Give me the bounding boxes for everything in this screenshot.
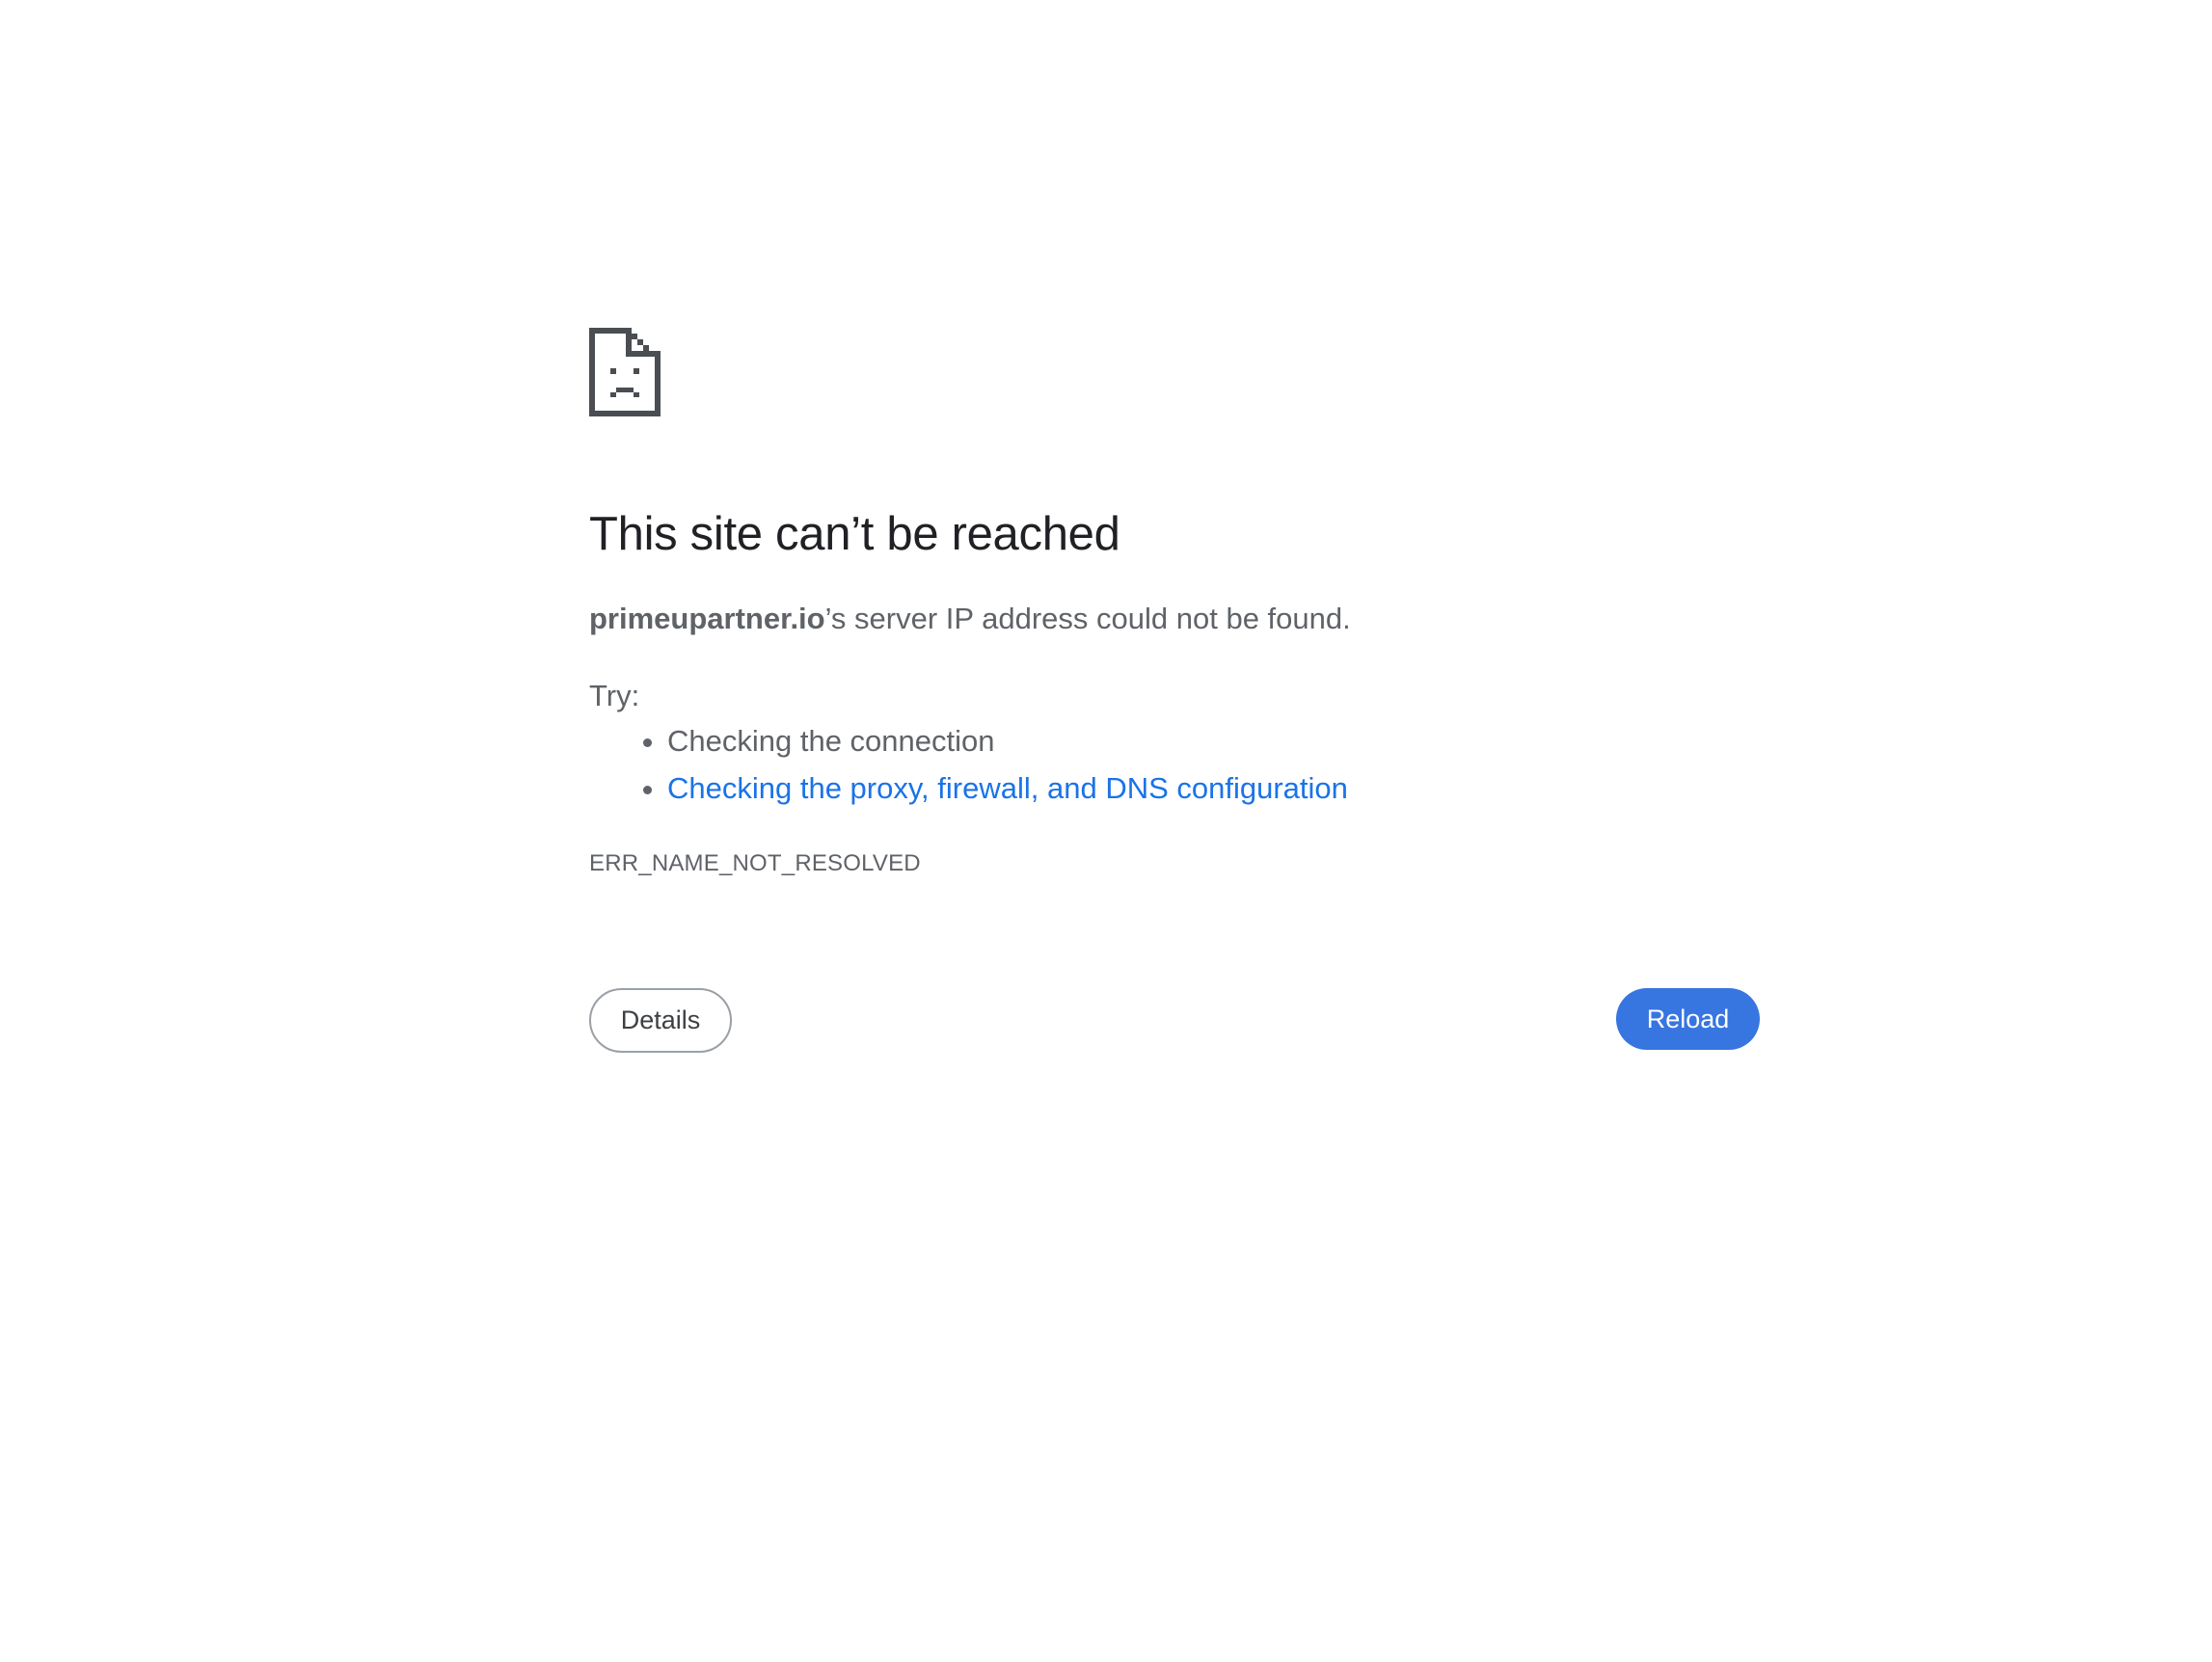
error-summary-text: ’s server IP address could not be found. bbox=[824, 602, 1351, 635]
error-page: This site can’t be reached primeupartner… bbox=[589, 328, 1760, 1053]
details-button[interactable]: Details bbox=[589, 988, 732, 1053]
error-host: primeupartner.io bbox=[589, 602, 825, 635]
error-title: This site can’t be reached bbox=[589, 508, 1120, 560]
proxy-dns-link[interactable]: Checking the proxy, firewall, and DNS co… bbox=[667, 771, 1348, 805]
suggestions-list: Checking the connection Checking the pro… bbox=[589, 717, 1348, 812]
sad-document-icon bbox=[589, 328, 662, 416]
suggestion-check-proxy-dns: Checking the proxy, firewall, and DNS co… bbox=[667, 764, 1348, 812]
error-code: ERR_NAME_NOT_RESOLVED bbox=[589, 850, 921, 876]
try-label: Try: bbox=[589, 679, 640, 712]
error-summary: primeupartner.io’s server IP address cou… bbox=[589, 598, 1351, 639]
suggestion-check-connection: Checking the connection bbox=[667, 717, 1348, 764]
reload-button[interactable]: Reload bbox=[1616, 988, 1760, 1050]
